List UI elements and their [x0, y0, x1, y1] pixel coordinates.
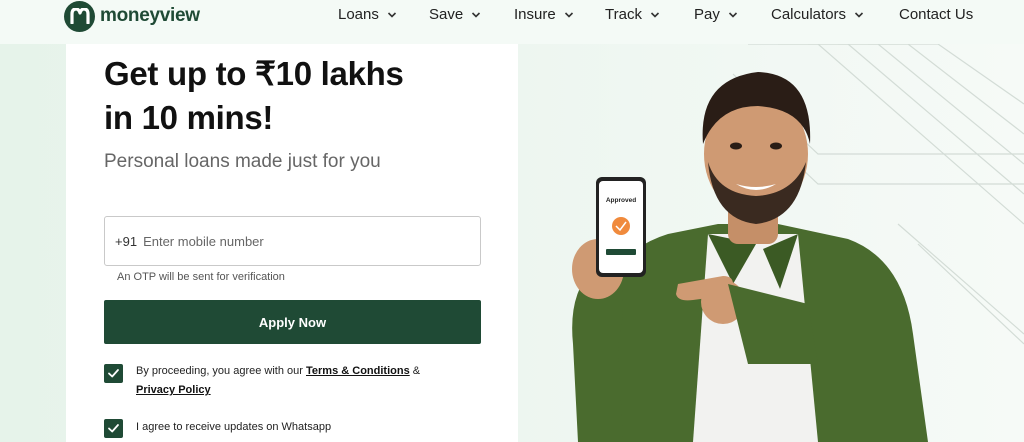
site-header: moneyview Loans Save Insure Track Pay Ca…	[0, 0, 1024, 44]
brand-name: moneyview	[100, 5, 200, 26]
consent-amp: &	[412, 365, 421, 377]
checkmark-icon	[108, 369, 119, 378]
checkmark-icon	[108, 424, 119, 433]
chevron-down-icon	[854, 11, 864, 18]
nav-item-label: Insure	[514, 6, 556, 23]
chevron-down-icon	[728, 11, 737, 18]
otp-note: An OTP will be sent for verification	[117, 271, 285, 283]
nav-item-pay[interactable]: Pay	[694, 6, 738, 23]
nav-item-label: Pay	[694, 6, 720, 23]
consent-checkbox[interactable]	[104, 364, 123, 383]
privacy-policy-link[interactable]: Privacy Policy	[136, 384, 211, 396]
nav-item-calculators[interactable]: Calculators	[771, 6, 864, 23]
nav-item-label: Contact Us	[899, 6, 974, 23]
headline-line-2: in 10 mins!	[104, 99, 274, 136]
whatsapp-checkbox[interactable]	[104, 419, 123, 438]
country-code: +91	[115, 233, 138, 249]
logo-m-icon	[64, 0, 95, 32]
nav-item-label: Track	[605, 6, 642, 23]
chevron-down-icon	[472, 11, 481, 18]
chevron-down-icon	[564, 11, 573, 18]
terms-conditions-link[interactable]: Terms & Conditions	[306, 365, 410, 377]
nav-item-track[interactable]: Track	[605, 6, 660, 23]
consent-prefix: By proceeding, you agree with our	[136, 365, 303, 377]
nav-item-label: Save	[429, 6, 464, 23]
phone-approved-text: Approved	[606, 197, 636, 204]
headline-line-1: Get up to ₹10 lakhs	[104, 55, 404, 92]
nav-item-loans[interactable]: Loans	[338, 6, 397, 23]
nav-item-label: Loans	[338, 6, 379, 23]
chevron-down-icon	[650, 11, 660, 18]
chevron-down-icon	[387, 11, 396, 18]
mobile-field[interactable]: +91	[104, 216, 481, 266]
apply-now-button[interactable]: Apply Now	[104, 300, 481, 344]
hero-person-image: Approved	[572, 44, 1024, 442]
mobile-input[interactable]	[143, 233, 444, 249]
nav-item-save[interactable]: Save	[429, 6, 481, 23]
whatsapp-label: I agree to receive updates on Whatsapp	[136, 421, 332, 433]
subheading: Personal loans made just for you	[104, 151, 381, 172]
hero-illustration: Approved	[518, 44, 1024, 442]
page-title: Get up to ₹10 lakhs in 10 mins!	[104, 52, 504, 140]
nav-item-insure[interactable]: Insure	[514, 6, 574, 23]
brand-logo[interactable]: moneyview	[64, 0, 200, 32]
consent-text: By proceeding, you agree with our Terms …	[136, 362, 456, 400]
nav-item-contact-us[interactable]: Contact Us	[899, 6, 973, 23]
nav-item-label: Calculators	[771, 6, 847, 23]
